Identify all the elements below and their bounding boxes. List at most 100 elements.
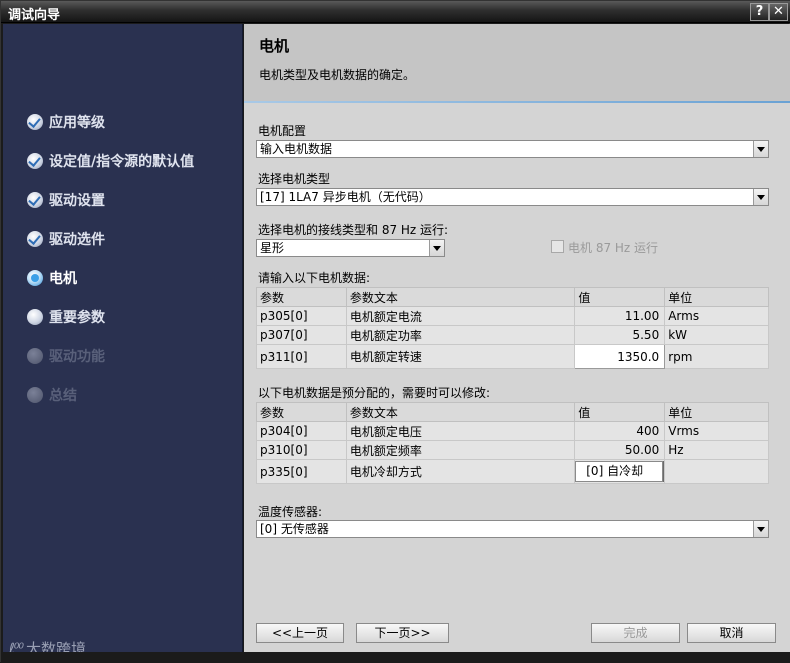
nav-item-label: 设定值/指令源的默认值 <box>49 154 195 170</box>
step-disabled-icon <box>27 387 43 403</box>
param-text: 电机额定电流 <box>345 306 576 326</box>
page-title: 电机 <box>259 37 290 55</box>
param-value-field[interactable]: 50.00 <box>574 440 666 460</box>
page-header: 电机 电机类型及电机数据的确定。 <box>244 24 790 101</box>
motor-type-dropdown[interactable]: [17] 1LA7 异步电机（无代码） <box>256 188 769 206</box>
column-header: 参数 <box>256 402 347 422</box>
table-row: p310[0] 电机额定频率 50.00 Hz <box>256 440 769 460</box>
nav-item-drive-options[interactable]: 驱动选件 <box>27 228 105 250</box>
input-data-table: 参数 参数文本 值 单位 p305[0] 电机额定电流 11.00 Arms p… <box>256 287 769 369</box>
wiring-label: 选择电机的接线类型和 87 Hz 运行: <box>258 223 449 237</box>
nav-item-drive-functions: 驱动功能 <box>27 345 105 367</box>
current-step-icon <box>27 270 43 286</box>
wizard-step-nav: 应用等级 设定值/指令源的默认值 驱动设置 驱动选件 电机 重要参数 驱动功能 <box>3 24 243 652</box>
temp-sensor-dropdown[interactable]: [0] 无传感器 <box>256 520 769 538</box>
nav-item-label: 驱动设置 <box>49 193 105 209</box>
motor-87hz-label: 电机 87 Hz 运行 <box>568 241 659 255</box>
title-bar: 调试向导 ? ✕ <box>1 1 790 23</box>
param-id: p305[0] <box>256 306 347 326</box>
param-value-field[interactable]: 400 <box>574 421 666 441</box>
column-header: 参数文本 <box>345 402 576 422</box>
motor-type-label: 选择电机类型 <box>258 172 331 186</box>
param-id: p307[0] <box>256 325 347 345</box>
step-pending-icon <box>27 309 43 325</box>
header-divider <box>244 101 790 103</box>
nav-item-label: 重要参数 <box>49 310 105 326</box>
cooling-dropdown[interactable]: [0] 自冷却 <box>575 461 664 482</box>
window-title: 调试向导 <box>8 8 61 23</box>
param-id: p310[0] <box>256 440 347 460</box>
wizard-window: 调试向导 ? ✕ 应用等级 设定值/指令源的默认值 驱动设置 驱动选件 电机 重… <box>0 0 790 663</box>
param-unit <box>664 459 769 484</box>
chevron-down-icon[interactable] <box>753 141 768 157</box>
param-id: p335[0] <box>256 459 347 484</box>
window-bottom-border <box>1 652 790 663</box>
param-unit: rpm <box>664 344 769 369</box>
next-button[interactable]: 下一页>> <box>356 623 449 643</box>
table-row: p304[0] 电机额定电压 400 Vrms <box>256 421 769 441</box>
temp-sensor-label: 温度传感器: <box>258 505 323 519</box>
cooling-value-cell: [0] 自冷却 <box>574 459 666 484</box>
nav-item-important-params[interactable]: 重要参数 <box>27 306 105 328</box>
nav-item-label: 驱动功能 <box>49 349 105 365</box>
param-text: 电机额定转速 <box>345 344 576 369</box>
preset-table-caption: 以下电机数据是预分配的，需要时可以修改: <box>258 386 491 400</box>
column-header: 单位 <box>664 402 769 422</box>
temp-sensor-value: [0] 无传感器 <box>260 522 329 536</box>
table-row: p335[0] 电机冷却方式 [0] 自冷却 <box>256 459 769 484</box>
param-text: 电机冷却方式 <box>345 459 576 484</box>
param-value-field[interactable]: 1350.0 <box>574 344 666 369</box>
check-icon <box>27 114 43 130</box>
column-header: 值 <box>574 287 666 307</box>
table-header-row: 参数 参数文本 值 单位 <box>256 287 769 307</box>
table-header-row: 参数 参数文本 值 单位 <box>256 402 769 422</box>
help-button[interactable]: ? <box>750 3 769 21</box>
column-header: 单位 <box>664 287 769 307</box>
param-id: p311[0] <box>256 344 347 369</box>
wiring-dropdown[interactable]: 星形 <box>256 239 445 257</box>
param-unit: Arms <box>664 306 769 326</box>
input-table-caption: 请输入以下电机数据: <box>258 271 371 285</box>
check-icon <box>27 231 43 247</box>
motor-config-dropdown[interactable]: 输入电机数据 <box>256 140 769 158</box>
step-disabled-icon <box>27 348 43 364</box>
chevron-down-icon[interactable] <box>753 521 768 537</box>
param-unit: kW <box>664 325 769 345</box>
chevron-down-icon[interactable] <box>429 240 444 256</box>
table-row: p311[0] 电机额定转速 1350.0 rpm <box>256 344 769 369</box>
column-header: 参数 <box>256 287 347 307</box>
nav-item-application-level[interactable]: 应用等级 <box>27 111 105 133</box>
nav-item-motor[interactable]: 电机 <box>27 267 77 289</box>
check-icon <box>27 192 43 208</box>
param-value-field[interactable]: 11.00 <box>574 306 666 326</box>
close-button[interactable]: ✕ <box>769 3 788 21</box>
column-header: 值 <box>574 402 666 422</box>
param-text: 电机额定功率 <box>345 325 576 345</box>
nav-item-label: 应用等级 <box>49 115 105 131</box>
motor-87hz-checkbox[interactable] <box>551 240 564 253</box>
page-description: 电机类型及电机数据的确定。 <box>259 68 416 82</box>
table-row: p305[0] 电机额定电流 11.00 Arms <box>256 306 769 326</box>
nav-item-setpoint-defaults[interactable]: 设定值/指令源的默认值 <box>27 150 194 172</box>
param-id: p304[0] <box>256 421 347 441</box>
prev-button[interactable]: <<上一页 <box>256 623 344 643</box>
param-text: 电机额定电压 <box>345 421 576 441</box>
column-header: 参数文本 <box>345 287 576 307</box>
nav-item-label: 电机 <box>49 271 77 287</box>
param-unit: Vrms <box>664 421 769 441</box>
finish-button: 完成 <box>591 623 680 643</box>
nav-item-summary: 总结 <box>27 384 77 406</box>
table-row: p307[0] 电机额定功率 5.50 kW <box>256 325 769 345</box>
nav-item-drive-settings[interactable]: 驱动设置 <box>27 189 105 211</box>
cancel-button[interactable]: 取消 <box>687 623 776 643</box>
param-unit: Hz <box>664 440 769 460</box>
preset-data-table: 参数 参数文本 值 单位 p304[0] 电机额定电压 400 Vrms p31… <box>256 402 769 484</box>
nav-item-label: 总结 <box>49 388 77 404</box>
motor-config-label: 电机配置 <box>258 124 307 138</box>
param-value-field[interactable]: 5.50 <box>574 325 666 345</box>
cooling-value: [0] 自冷却 <box>586 464 644 478</box>
chevron-down-icon[interactable] <box>753 189 768 205</box>
motor-config-value: 输入电机数据 <box>260 142 333 156</box>
nav-item-label: 驱动选件 <box>49 232 105 248</box>
param-text: 电机额定频率 <box>345 440 576 460</box>
